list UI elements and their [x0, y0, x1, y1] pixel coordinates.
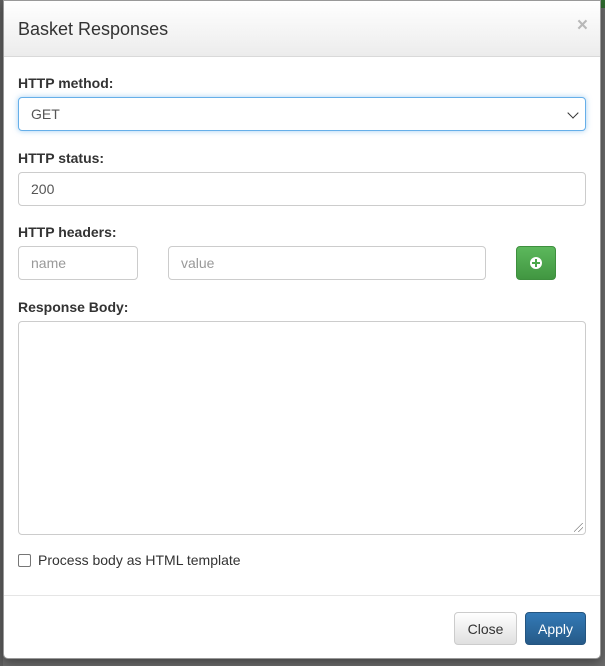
header-value-input[interactable]: value [168, 246, 486, 280]
dialog-title: Basket Responses [18, 19, 169, 39]
close-button[interactable]: Close [454, 612, 517, 645]
chevron-down-icon [567, 107, 579, 119]
apply-button[interactable]: Apply [525, 612, 586, 645]
background-page-edge [601, 0, 605, 8]
close-icon[interactable]: × [577, 16, 588, 35]
http-method-label: HTTP method: [18, 75, 114, 91]
response-body-label: Response Body: [18, 299, 129, 315]
basket-responses-dialog: Basket Responses × HTTP method: GET HTTP… [3, 0, 601, 659]
add-header-button[interactable] [516, 246, 556, 280]
header-name-placeholder: name [31, 255, 67, 271]
http-method-select[interactable]: GET [18, 97, 586, 131]
http-status-value: 200 [31, 181, 55, 197]
http-headers-label: HTTP headers: [18, 224, 117, 240]
html-template-option: Process body as HTML template [18, 552, 241, 568]
html-template-checkbox-label[interactable]: Process body as HTML template [38, 552, 241, 568]
http-method-value: GET [31, 106, 60, 122]
header-value-placeholder: value [181, 255, 215, 271]
plus-circle-icon [530, 257, 542, 269]
dialog-footer: Close Apply [4, 595, 600, 658]
response-body-textarea[interactable] [18, 321, 586, 535]
dialog-header: Basket Responses × [4, 1, 600, 57]
resize-handle-icon[interactable] [574, 523, 583, 532]
http-status-input[interactable]: 200 [18, 172, 586, 206]
http-status-label: HTTP status: [18, 150, 105, 166]
html-template-checkbox[interactable] [18, 553, 31, 567]
dialog-body: HTTP method: GET HTTP status: 200 HTTP h… [4, 57, 600, 595]
header-name-input[interactable]: name [18, 246, 138, 280]
